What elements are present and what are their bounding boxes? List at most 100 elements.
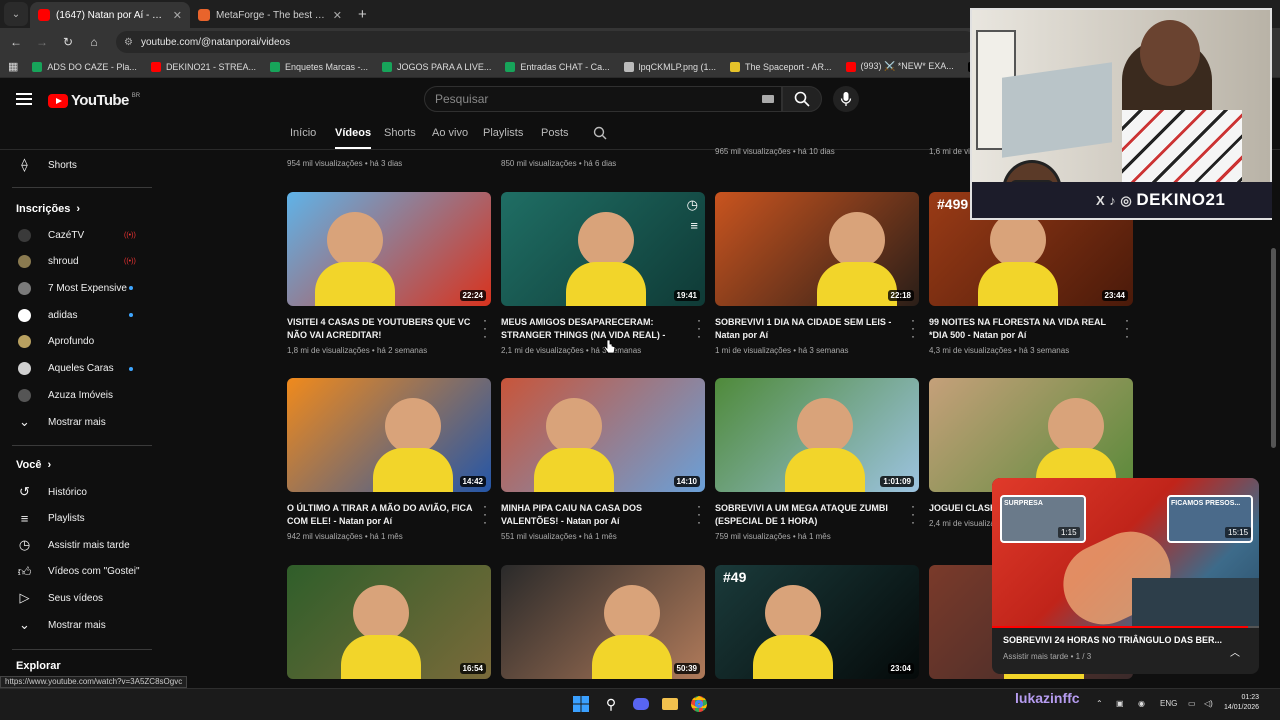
sidebar-item[interactable]: ▷ Seus vídeos (0, 585, 155, 611)
back-icon[interactable]: ← (6, 32, 26, 52)
video-title[interactable]: MEUS AMIGOS DESAPARECERAM: STRANGER THIN… (501, 316, 691, 342)
volume-icon[interactable]: ◁) (1204, 699, 1213, 708)
more-options-icon[interactable]: · · · (911, 314, 915, 342)
miniplayer-title[interactable]: SOBREVIVI 24 HORAS NO TRIÂNGULO DAS BER.… (1003, 635, 1222, 645)
voice-search-button[interactable] (833, 86, 859, 112)
bookmark-item[interactable]: lpqCKMLP.png (1... (623, 61, 716, 72)
sidebar-item[interactable]: ◷ Assistir mais tarde (0, 532, 155, 558)
new-tab-button[interactable]: + (350, 6, 375, 28)
video-card[interactable]: 19:41 ◷ ≡ MEUS AMIGOS DESAPARECERAM: STRANG… (501, 192, 705, 355)
more-options-icon[interactable]: · · · (483, 314, 487, 342)
sidebar-item[interactable]: Aprofundo (0, 329, 155, 355)
sidebar-item[interactable]: ↺ Histórico (0, 479, 155, 505)
network-icon[interactable]: ▭ (1188, 699, 1196, 708)
sidebar-item[interactable]: Aqueles Caras (0, 356, 155, 382)
video-title[interactable]: SOBREVIVI 1 DIA NA CIDADE SEM LEIS - Nat… (715, 316, 905, 342)
menu-icon[interactable] (16, 93, 32, 105)
sidebar-item[interactable]: ≡ Playlists (0, 506, 155, 532)
video-card[interactable]: 22:18 SOBREVIVI 1 DIA NA CIDADE SEM LEIS … (715, 192, 919, 355)
forward-icon[interactable]: → (32, 32, 52, 52)
more-options-icon[interactable]: · · · (1125, 314, 1129, 342)
apps-grid-icon[interactable]: ▦ (8, 60, 18, 73)
more-options-icon[interactable]: · · · (483, 500, 487, 528)
video-card[interactable]: 22:24 VISITEI 4 CASAS DE YOUTUBERS QUE VC… (287, 192, 491, 355)
close-tab-icon[interactable]: ✕ (173, 9, 182, 22)
bookmark-item[interactable]: Enquetes Marcas -... (269, 61, 368, 72)
search-input[interactable]: Pesquisar (424, 86, 782, 112)
more-options-icon[interactable]: · · · (911, 500, 915, 528)
video-thumbnail[interactable]: 50:39 (501, 565, 705, 679)
clock[interactable]: 01:23 14/01/2026 (1224, 693, 1259, 713)
video-card[interactable]: 14:10 MINHA PIPA CAIU NA CASA DOS VALENTÕ… (501, 378, 705, 541)
tray-steam-icon[interactable]: ◉ (1138, 699, 1145, 708)
tab-início[interactable]: Início (290, 127, 316, 139)
keyboard-icon[interactable] (762, 95, 774, 103)
subscriptions-header[interactable]: Inscrições › (16, 203, 80, 215)
video-title[interactable]: O ÚLTIMO A TIRAR A MÃO DO AVIÃO, FICA CO… (287, 502, 477, 528)
scrollbar-thumb[interactable] (1271, 248, 1276, 448)
video-card[interactable]: 50:39 (501, 565, 705, 679)
chrome-icon[interactable] (690, 695, 708, 713)
bookmark-item[interactable]: DEKINO21 - STREA... (150, 61, 256, 72)
video-thumbnail[interactable] (929, 378, 1133, 492)
video-thumbnail[interactable]: 1:01:09 (715, 378, 919, 492)
url-field[interactable]: ⚙ youtube.com/@natanporai/videos (116, 31, 976, 53)
sidebar-item[interactable]: 7 Most Expensive (0, 275, 155, 301)
home-icon[interactable]: ⌂ (84, 32, 104, 52)
windows-start-icon[interactable] (572, 695, 590, 713)
tab-vídeos[interactable]: Vídeos (335, 127, 372, 149)
language-indicator[interactable]: ENG (1160, 699, 1177, 708)
video-thumbnail[interactable]: 16:54 (287, 565, 491, 679)
watch-later-icon[interactable]: ◷ (687, 197, 698, 213)
video-title[interactable]: MINHA PIPA CAIU NA CASA DOS VALENTÕES! -… (501, 502, 691, 528)
sidebar-item[interactable]: 👍︎ Vídeos com "Gostei" (0, 559, 155, 585)
video-thumbnail[interactable]: #49 23:04 (715, 565, 919, 679)
video-card[interactable]: #49 23:04 (715, 565, 919, 679)
bookmark-item[interactable]: (993) ⚔️ *NEW* EXA... (845, 61, 954, 72)
add-to-queue-icon[interactable]: ≡ (690, 218, 698, 233)
close-tab-icon[interactable]: ✕ (333, 9, 342, 22)
file-explorer-icon[interactable] (661, 695, 679, 713)
tab-youtube[interactable]: (1647) Natan por Aí - YouTube ✕ (30, 2, 190, 28)
bookmark-item[interactable]: JOGOS PARA A LIVE... (382, 61, 491, 72)
sidebar-item[interactable]: ⌄ Mostrar mais (0, 612, 155, 638)
video-thumbnail[interactable]: 22:24 (287, 192, 491, 306)
more-options-icon[interactable]: · · · (697, 314, 701, 342)
sidebar-item[interactable]: shroud ((•)) (0, 249, 155, 275)
bookmark-item[interactable]: Entradas CHAT - Ca... (505, 61, 610, 72)
you-header[interactable]: Você › (16, 459, 51, 471)
video-card[interactable]: 16:54 (287, 565, 491, 679)
reload-icon[interactable]: ↻ (58, 32, 78, 52)
tab-playlists[interactable]: Playlists (483, 127, 523, 139)
video-card[interactable]: 1:01:09 SOBREVIVI A UM MEGA ATAQUE ZUMBI … (715, 378, 919, 541)
tab-ao-vivo[interactable]: Ao vivo (432, 127, 468, 139)
tab-search-button[interactable]: ⌄ (4, 2, 28, 26)
tab-metaforge[interactable]: MetaForge - The best tools and ✕ (190, 2, 350, 28)
video-thumbnail[interactable]: 22:18 (715, 192, 919, 306)
tab-posts[interactable]: Posts (541, 127, 569, 139)
youtube-logo[interactable]: YouTube BR (48, 92, 140, 109)
video-thumbnail[interactable]: 19:41 ◷ ≡ (501, 192, 705, 306)
channel-search-icon[interactable] (593, 126, 607, 140)
tray-app-icon[interactable]: ▣ (1116, 699, 1124, 708)
miniplayer[interactable]: SURPRESA 1:15 FICAMOS PRESOS... 15:15 SO… (992, 478, 1259, 674)
video-thumbnail[interactable]: 14:42 (287, 378, 491, 492)
tray-overflow-icon[interactable]: ⌃ (1096, 699, 1103, 708)
sidebar-item[interactable]: CazéTV ((•)) (0, 222, 155, 248)
search-button[interactable] (782, 86, 822, 112)
bookmark-item[interactable]: The Spaceport - AR... (729, 61, 832, 72)
sidebar-item[interactable]: ⟠ Shorts (0, 152, 155, 178)
chevron-up-icon[interactable]: ︿ (1230, 644, 1240, 659)
miniplayer-progress-bar[interactable] (992, 626, 1259, 628)
video-title[interactable]: 99 NOITES NA FLORESTA NA VIDA REAL *DIA … (929, 316, 1119, 342)
video-thumbnail[interactable]: 14:10 (501, 378, 705, 492)
bookmark-item[interactable]: ADS DO CAZE - Pla... (32, 61, 137, 72)
sidebar-item[interactable]: ⌄ Mostrar mais (0, 409, 155, 435)
taskbar-search-icon[interactable]: ⚲ (602, 695, 620, 713)
tab-shorts[interactable]: Shorts (384, 127, 416, 139)
discord-icon[interactable] (632, 695, 650, 713)
more-options-icon[interactable]: · · · (697, 500, 701, 528)
video-card[interactable]: 14:42 O ÚLTIMO A TIRAR A MÃO DO AVIÃO, FI… (287, 378, 491, 541)
site-info-icon[interactable]: ⚙ (124, 37, 133, 48)
video-title[interactable]: SOBREVIVI A UM MEGA ATAQUE ZUMBI (ESPECI… (715, 502, 905, 528)
